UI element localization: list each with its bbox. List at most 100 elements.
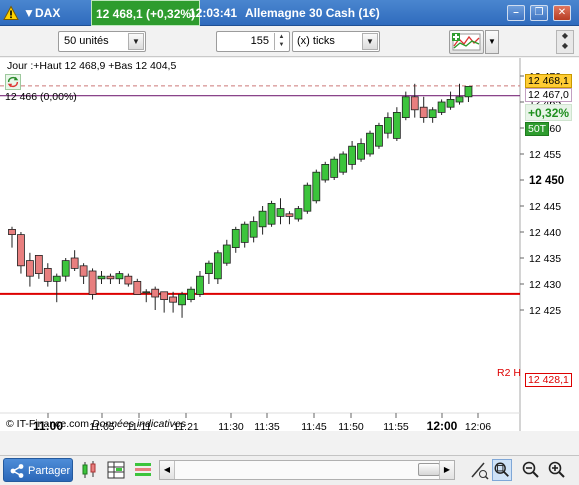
candle [25,252,34,287]
x-tick-label: 12:06 [465,421,491,431]
chevron-down-icon[interactable]: ▼ [362,33,378,50]
y-tick-label: 12 435 [529,253,561,265]
candle-body-up [249,221,258,238]
candle-body-up [339,153,348,173]
chevron-down-icon[interactable]: ▼ [128,33,144,50]
candle-body-down [160,291,169,301]
indicator-list-icon[interactable] [133,459,153,481]
candle-body-up [258,210,267,228]
candle [160,291,169,313]
candle [213,250,222,284]
x-tick-label: 12:00 [427,419,458,431]
candle [34,254,43,279]
candle [61,258,70,282]
units-select[interactable]: 50 unités ▼ [58,31,146,52]
restore-button[interactable]: ❐ [530,5,548,21]
candle [303,182,312,214]
candle-body-down [25,260,34,277]
candle [366,130,374,157]
candle [375,122,383,149]
candle-body-up [366,132,374,155]
add-indicator-button[interactable] [449,30,484,54]
candle-body-up [312,171,321,202]
candle [70,250,79,271]
candle [17,232,25,274]
toolbar-grip-handle[interactable]: ◆ ◆ [556,30,574,54]
zoom-in-icon[interactable] [547,459,567,481]
candle [455,83,464,105]
clock-time: 12:03:41 [189,6,238,20]
candle [133,278,142,295]
warning-icon[interactable] [3,0,19,26]
y-tick-label: 12 440 [529,227,561,239]
candle [169,291,178,313]
candle-body-up [196,275,204,295]
candle-body-down [8,228,16,235]
minimize-button[interactable]: – [507,5,525,21]
timeframe-type-select[interactable]: (x) ticks ▼ [292,31,380,52]
horizontal-scrollbar[interactable]: ◀ ▶ [159,460,455,480]
zoom-out-icon[interactable] [521,459,541,481]
candle [204,260,213,284]
bottom-toolbar: Partager ◀ ▶ [0,455,579,485]
candle [285,211,294,225]
candle-body-up [213,252,222,280]
candle [88,268,97,300]
spin-down-icon[interactable]: ▼ [279,42,285,48]
candle [392,107,401,141]
candle [410,83,419,118]
symbol-name[interactable]: DAX [35,0,60,26]
drawing-tool-icon[interactable] [469,459,489,481]
indicator-menu-dropdown[interactable]: ▼ [485,30,499,54]
toolbar: 50 unités ▼ 155 ▲ ▼ (x) ticks ▼ ▼ ◆ ◆ [0,27,579,57]
candle-body-up [52,275,61,282]
table-icon[interactable] [106,459,126,481]
candle [437,99,446,115]
candle-body-down [285,213,294,217]
copyright-notice: © IT-Finance.com Données indicatives [6,418,186,430]
candle-body-down [133,280,142,295]
add-indicator-icon [452,33,481,51]
chart-window: ▼ DAX 12 468,1 (+0,32%) 12:03:41 Allemag… [0,0,579,485]
candlestick-type-icon[interactable] [80,459,100,481]
chart-area[interactable]: 12 425 12 430 12 435 12 440 12 445 12 450 12 4… [0,58,579,431]
scroll-right-button[interactable]: ▶ [439,461,454,479]
ticks-count-input[interactable]: 155 ▲ ▼ [216,31,290,52]
candle [8,226,16,248]
candle-body-up [401,96,410,118]
timeframe-tag: 50T [525,122,550,136]
symbol-dropdown-icon[interactable]: ▼ [23,0,35,26]
refresh-icon[interactable] [5,74,21,90]
candle-body-down [34,254,43,274]
ticks-count-value[interactable]: 155 [251,32,269,51]
close-button[interactable]: ✕ [553,5,571,21]
last-price-tag: 12 468,1 [525,74,572,88]
spin-buttons[interactable]: ▲ ▼ [274,33,288,50]
candle [339,151,348,175]
candle-body-down [70,257,79,269]
candle [428,107,437,123]
candle [222,239,231,266]
candle-body-up [330,158,339,178]
scroll-left-button[interactable]: ◀ [160,461,175,479]
candle [258,206,267,235]
x-tick-label: 11:30 [218,421,244,431]
candle [178,291,186,318]
candle [348,141,357,170]
candle-body-up [231,228,240,248]
candle [383,112,392,139]
candle-body-up [142,291,151,294]
candlestick-chart[interactable]: 12 425 12 430 12 435 12 440 12 445 12 450 12 4… [0,58,579,431]
candle [231,226,240,253]
share-icon [10,464,24,478]
scrollbar-thumb[interactable] [418,463,440,476]
candle-body-up [276,208,285,217]
candle-body-up [178,293,186,306]
zoom-fit-icon[interactable] [492,459,512,481]
candle [276,198,285,225]
reference-price-tag: 12 467,0 [525,88,572,102]
share-button[interactable]: Partager [3,458,73,482]
candle-body-down [151,288,160,298]
candle [357,138,365,162]
spin-up-icon[interactable]: ▲ [279,34,285,40]
